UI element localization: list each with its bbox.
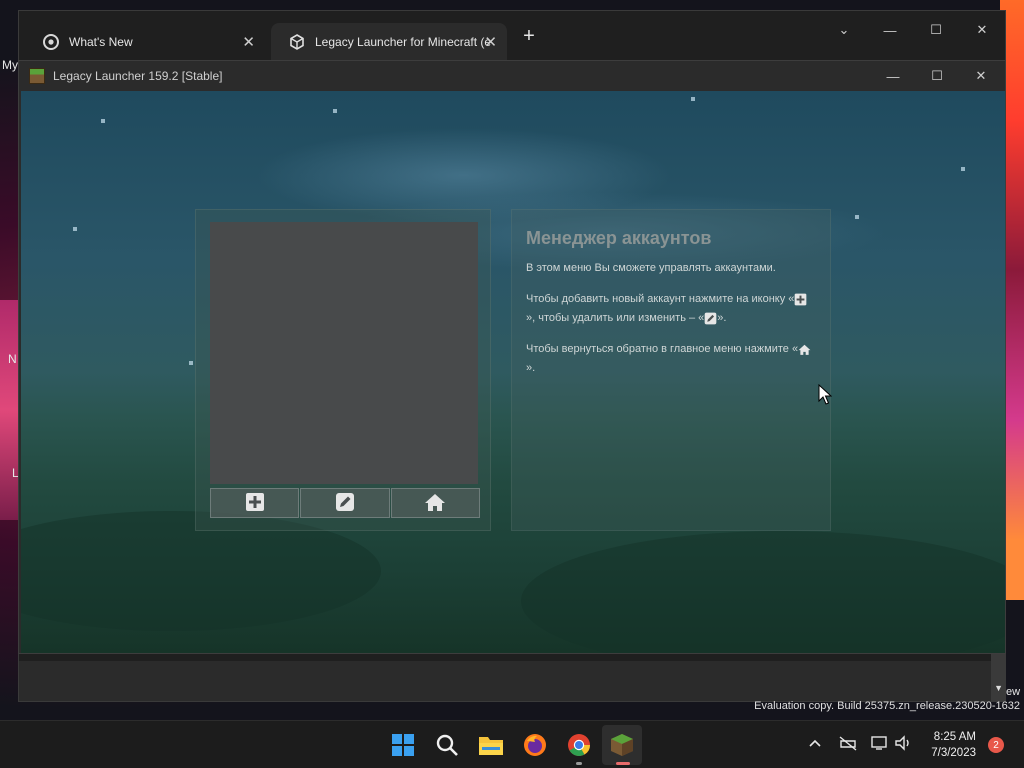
plus-icon — [245, 492, 265, 515]
desktop-label-fragment: My — [2, 58, 18, 72]
tab-label: Legacy Launcher for Minecraft (e — [315, 35, 491, 49]
close-tab-icon[interactable]: ✕ — [484, 33, 497, 51]
wallpaper-left-edge — [0, 300, 20, 520]
edit-account-button[interactable] — [300, 488, 390, 518]
firefox-icon[interactable] — [521, 731, 549, 759]
tab-search-icon[interactable]: ⌄ — [821, 17, 867, 43]
file-explorer-icon[interactable] — [477, 731, 505, 759]
pencil-icon — [704, 312, 717, 325]
tab-whats-new[interactable]: What's New ✕ — [25, 23, 265, 61]
tab-bar: What's New ✕ Legacy Launcher for Minecra… — [19, 11, 1005, 61]
browser-window-controls: ⌄ — ☐ ✕ — [821, 17, 1005, 43]
info-intro: В этом меню Вы сможете управлять аккаунт… — [526, 262, 776, 274]
no-network-icon[interactable] — [838, 735, 858, 754]
info-heading: Менеджер аккаунтов — [526, 228, 712, 248]
star — [189, 361, 193, 365]
running-indicator — [616, 762, 630, 765]
clock-time: 8:25 AM — [933, 731, 976, 743]
info-add-text-2: », чтобы удалить или изменить – « — [526, 312, 705, 324]
browser-content-area — [19, 661, 1005, 701]
running-indicator — [576, 762, 582, 765]
info-add-instructions: Чтобы добавить новый аккаунт нажмите на … — [526, 290, 816, 328]
minimize-button[interactable]: — — [867, 17, 913, 43]
background-hill — [521, 531, 1005, 653]
desktop-label-fragment: ew — [1006, 686, 1021, 698]
info-back-text-2: ». — [526, 362, 536, 374]
home-icon — [798, 343, 811, 356]
search-icon[interactable] — [433, 731, 461, 759]
star — [961, 167, 965, 171]
new-tab-button[interactable]: + — [519, 25, 539, 48]
mouse-cursor-icon — [818, 383, 833, 409]
clock-date: 7/3/2023 — [931, 747, 976, 759]
maximize-button[interactable]: ☐ — [915, 63, 959, 89]
grass-block-icon — [29, 68, 45, 84]
add-account-button[interactable] — [210, 488, 300, 518]
info-back-instructions: Чтобы вернуться обратно в главное меню н… — [526, 340, 816, 378]
close-tab-icon[interactable]: ✕ — [242, 33, 255, 51]
pencil-icon — [335, 492, 355, 515]
tab-label: What's New — [69, 35, 133, 49]
notification-badge[interactable]: 2 — [988, 737, 1004, 753]
star — [691, 97, 695, 101]
star — [333, 109, 337, 113]
tab-legacy-launcher[interactable]: Legacy Launcher for Minecraft (e ✕ — [271, 23, 507, 61]
minecraft-launcher-icon[interactable] — [608, 731, 636, 759]
evaluation-watermark: Evaluation copy. Build 25375.zn_release.… — [754, 700, 1020, 712]
accounts-panel — [195, 209, 491, 531]
tray-overflow-chevron-icon[interactable] — [808, 735, 822, 751]
accounts-toolbar — [210, 488, 480, 518]
home-button[interactable] — [390, 488, 480, 518]
minimize-button[interactable]: — — [871, 63, 915, 89]
info-add-text-3: ». — [717, 312, 727, 324]
desktop-label-fragment: N — [8, 352, 17, 366]
plus-icon — [794, 293, 807, 306]
close-button[interactable]: ✕ — [959, 63, 1003, 89]
star — [73, 227, 77, 231]
start-icon[interactable] — [389, 731, 417, 759]
maximize-button[interactable]: ☐ — [913, 17, 959, 43]
launcher-background-scene: Менеджер аккаунтов В этом меню Вы сможет… — [21, 91, 1005, 653]
display-icon[interactable] — [870, 735, 890, 754]
volume-icon[interactable] — [894, 735, 914, 754]
star — [855, 215, 859, 219]
scroll-down-icon[interactable]: ▼ — [994, 683, 1003, 693]
chrome-icon — [43, 34, 59, 50]
chrome-icon[interactable] — [565, 731, 593, 759]
info-back-text-1: Чтобы вернуться обратно в главное меню н… — [526, 343, 799, 355]
system-clock[interactable]: 8:25 AM 7/3/2023 — [920, 729, 976, 761]
star — [101, 119, 105, 123]
accounts-list[interactable] — [210, 222, 478, 484]
scrollbar[interactable] — [991, 651, 1005, 701]
close-button[interactable]: ✕ — [959, 17, 1005, 43]
launcher-window: Legacy Launcher 159.2 [Stable] — ☐ ✕ Мен… — [18, 60, 1006, 654]
info-add-text-1: Чтобы добавить новый аккаунт нажмите на … — [526, 293, 795, 305]
launcher-window-controls: — ☐ ✕ — [871, 63, 1003, 89]
cube-icon — [289, 34, 305, 50]
info-panel: Менеджер аккаунтов В этом меню Вы сможет… — [511, 209, 831, 531]
launcher-titlebar: Legacy Launcher 159.2 [Stable] — [19, 61, 1005, 91]
launcher-title: Legacy Launcher 159.2 [Stable] — [53, 69, 223, 83]
home-icon — [424, 492, 446, 515]
taskbar: 8:25 AM 7/3/2023 2 — [0, 720, 1024, 768]
